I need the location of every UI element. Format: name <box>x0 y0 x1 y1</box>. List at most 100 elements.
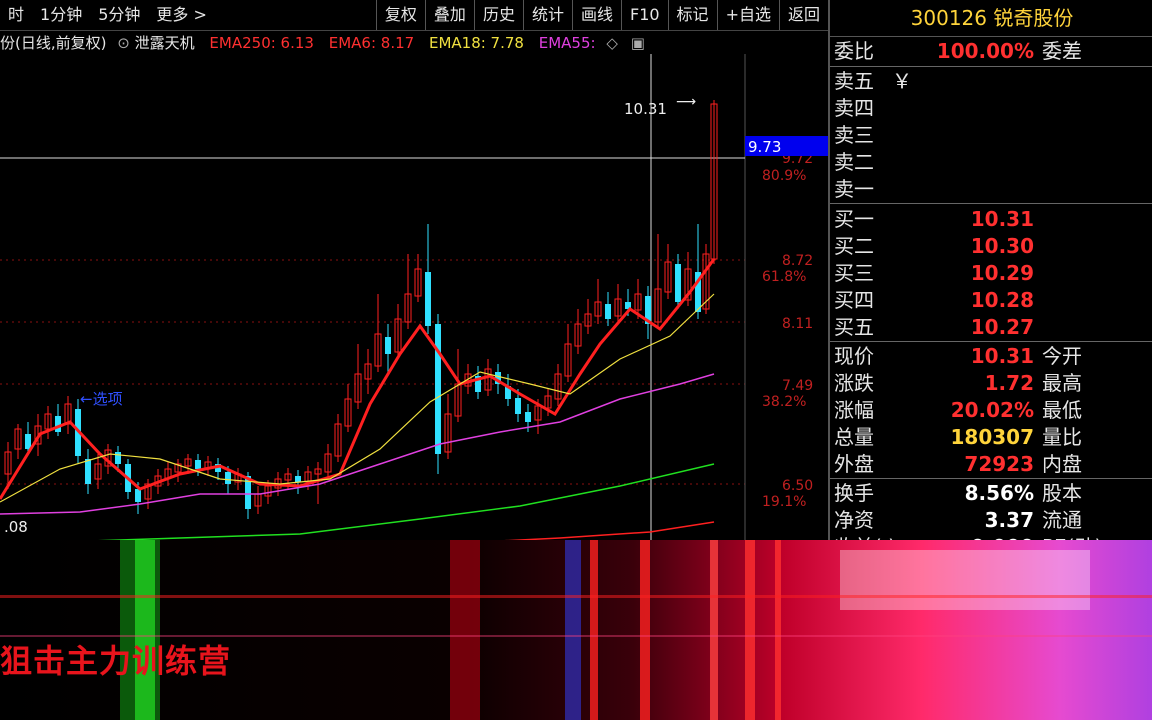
add-favorite-button[interactable]: +自选 <box>716 0 779 30</box>
candle-body <box>525 412 531 422</box>
stat-row: 涨幅 20.02% 最低 <box>834 397 1152 423</box>
stat-label2: 今开 <box>1042 344 1082 368</box>
stat2-label2: 股本 <box>1042 481 1082 505</box>
candle-body <box>135 489 141 502</box>
stat2-label: 换手 <box>834 481 874 505</box>
chart-period-title: 份(日线,前复权) <box>0 34 107 52</box>
tab-more[interactable]: 更多 > <box>148 0 215 30</box>
stat-value: 1.72 <box>984 371 1034 395</box>
video-overlay-band <box>0 540 1152 720</box>
stat2-value: 8.56% <box>964 481 1034 505</box>
history-button[interactable]: 历史 <box>473 0 523 30</box>
top-fib-label: 80.9% <box>762 168 806 184</box>
stat-label: 总量 <box>834 425 874 449</box>
stock-title[interactable]: 300126 锐奇股份 <box>830 0 1152 37</box>
ask-row: 卖一 <box>834 176 1152 202</box>
draw-line-button[interactable]: 画线 <box>571 0 621 30</box>
ask-label: 卖五 <box>834 69 874 93</box>
f10-button[interactable]: F10 <box>620 0 668 30</box>
ask-label: 卖四 <box>834 96 874 120</box>
ask-row: 卖五 ￥ <box>834 68 1152 94</box>
stat-label2: 内盘 <box>1042 452 1082 476</box>
candle-body <box>115 452 121 464</box>
ema55-label: EMA55: <box>538 34 596 52</box>
ask-label: 卖三 <box>834 123 874 147</box>
weibi-label: 委比 <box>834 39 874 63</box>
bid-row: 买一 10.31 <box>834 206 1152 232</box>
candle-body <box>385 337 391 354</box>
mark-button[interactable]: 标记 <box>667 0 717 30</box>
bid-row: 买四 10.28 <box>834 287 1152 313</box>
ask-label: 卖二 <box>834 150 874 174</box>
stat-row: 总量 180307 量比 <box>834 424 1152 450</box>
ask-row: 卖四 <box>834 95 1152 121</box>
chart-header: 份(日线,前复权) ⊙ 泄露天机 EMA250: 6.13 EMA6: 8.17… <box>0 32 750 54</box>
ask-label: 卖一 <box>834 177 874 201</box>
candle-body <box>55 416 61 432</box>
divider <box>830 341 1152 342</box>
candle-body <box>435 324 441 454</box>
top-toolbar: 时 1分钟 5分钟 更多 > 复权 叠加 历史 统计 画线 F10 标记 +自选… <box>0 0 828 31</box>
fib-label-3: 19.1% <box>762 494 806 510</box>
stats-button[interactable]: 统计 <box>522 0 572 30</box>
cursor-price-label: 9.73 <box>748 138 781 156</box>
quote-panel: 300126 锐奇股份 委比 100.00% 委差 卖五 ￥ 卖四 卖三 卖二 … <box>828 0 1152 546</box>
indicator-name[interactable]: 泄露天机 <box>135 34 195 52</box>
price-level-2: 8.11 <box>782 316 813 332</box>
yuan-icon: ￥ <box>892 69 912 93</box>
watermark-banner: 狙击主力训练营 <box>0 642 232 680</box>
stat-label2: 最低 <box>1042 398 1082 422</box>
bid-row: 买三 10.29 <box>834 260 1152 286</box>
diamond-icon[interactable]: ◇ <box>606 34 618 52</box>
stat-value: 10.31 <box>970 344 1034 368</box>
stat2-row: 换手 8.56% 股本 <box>834 480 1152 506</box>
fuquan-button[interactable]: 复权 <box>375 0 425 30</box>
ema18-label: EMA18: 7.78 <box>428 34 524 52</box>
tab-1min[interactable]: 1分钟 <box>32 0 90 30</box>
bid-label: 买四 <box>834 288 874 312</box>
low-price-label: .08 <box>4 518 28 536</box>
ema250-label: EMA250: 6.13 <box>209 34 314 52</box>
weibi-value: 100.00% <box>936 39 1034 63</box>
stat2-row: 净资 3.37 流通 <box>834 507 1152 533</box>
bid-price: 10.30 <box>970 234 1034 258</box>
option-annotation: ←选项 <box>80 390 123 408</box>
stat-row: 涨跌 1.72 最高 <box>834 370 1152 396</box>
bid-price: 10.27 <box>970 315 1034 339</box>
price-level-4: 6.50 <box>782 478 813 494</box>
volume-streaks <box>0 540 1152 720</box>
back-button[interactable]: 返回 <box>778 0 828 30</box>
dropdown-icon[interactable]: ⊙ <box>117 34 130 52</box>
settings-box-icon[interactable]: ▣ <box>631 34 645 52</box>
ema6-label: EMA6: 8.17 <box>328 34 415 52</box>
bid-label: 买五 <box>834 315 874 339</box>
kline-chart[interactable]: 9.72 80.9% 8.72 61.8% 8.11 7.49 38.2% 6.… <box>0 54 828 544</box>
stat-label: 涨幅 <box>834 398 874 422</box>
divider <box>830 203 1152 204</box>
stat2-label2: 流通 <box>1042 508 1082 532</box>
weibi-row: 委比 100.00% 委差 <box>834 38 1152 64</box>
bid-row: 买五 10.27 <box>834 314 1152 340</box>
candles <box>4 100 718 519</box>
bid-label: 买二 <box>834 234 874 258</box>
stat2-value: 3.37 <box>984 508 1034 532</box>
stat-label: 涨跌 <box>834 371 874 395</box>
candle-body <box>85 459 91 484</box>
fib-label-1: 61.8% <box>762 269 806 285</box>
bid-label: 买一 <box>834 207 874 231</box>
high-arrow-icon: ⟶ <box>676 94 696 110</box>
fib-label-2: 38.2% <box>762 394 806 410</box>
overlay-button[interactable]: 叠加 <box>424 0 474 30</box>
candle-body <box>225 472 231 484</box>
bid-row: 买二 10.30 <box>834 233 1152 259</box>
divider <box>830 478 1152 479</box>
tab-5min[interactable]: 5分钟 <box>90 0 148 30</box>
ema-green-line <box>0 463 715 544</box>
stat-row: 现价 10.31 今开 <box>834 343 1152 369</box>
candle-body <box>515 398 521 414</box>
tab-time[interactable]: 时 <box>0 0 32 30</box>
stat-value: 20.02% <box>950 398 1034 422</box>
divider <box>830 66 1152 67</box>
price-grid <box>0 54 746 544</box>
candle-body <box>25 434 31 449</box>
